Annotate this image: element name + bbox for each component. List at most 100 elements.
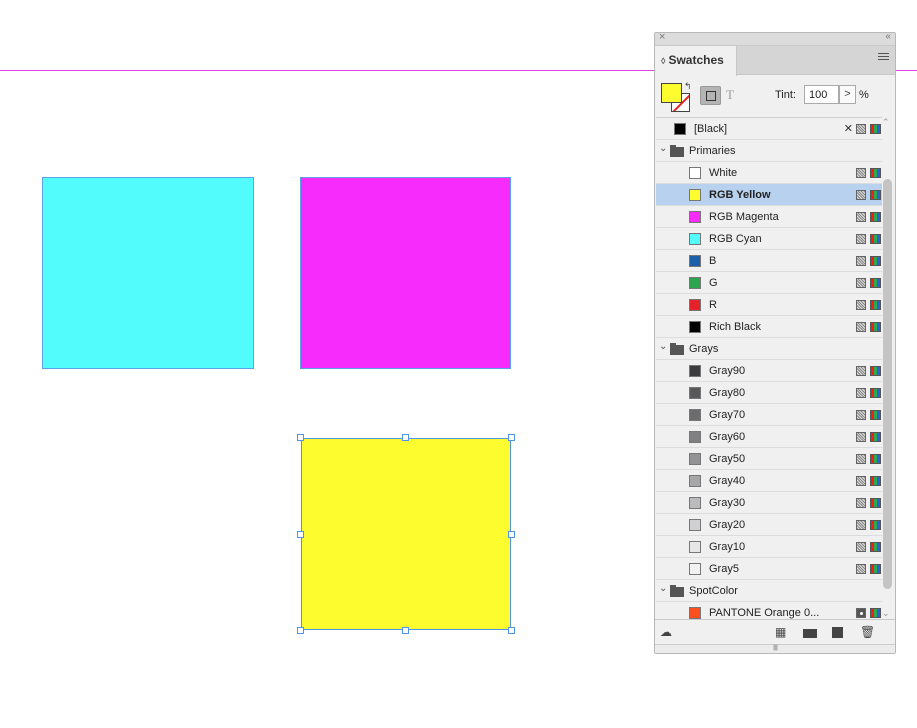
swatch-group-row[interactable]: ⌄ SpotColor — [656, 580, 882, 602]
swatch-row[interactable]: RGB Magenta — [656, 206, 882, 228]
rgb-mode-icon — [870, 300, 881, 310]
swatch-name: Gray70 — [709, 409, 746, 421]
resize-handle-right[interactable] — [508, 531, 515, 538]
show-swatch-kinds-icon[interactable]: ▦ — [775, 625, 786, 639]
process-color-icon — [856, 388, 866, 398]
fill-swatch[interactable] — [661, 83, 682, 103]
process-color-icon — [856, 454, 866, 464]
swatch-name: Rich Black — [709, 321, 761, 333]
swatch-name: Gray50 — [709, 453, 746, 465]
group-name: Primaries — [689, 145, 736, 157]
swatch-color-chip — [689, 255, 701, 267]
formatting-affects-container-button[interactable] — [700, 86, 721, 105]
swatch-row[interactable]: Gray30 — [656, 492, 882, 514]
resize-handle-top-right[interactable] — [508, 434, 515, 441]
swatch-color-chip — [689, 299, 701, 311]
swatch-color-chip — [689, 365, 701, 377]
yellow-frame[interactable] — [297, 434, 515, 634]
swatch-row[interactable]: Gray60 — [656, 426, 882, 448]
swatch-color-chip — [689, 497, 701, 509]
swatch-row[interactable]: Gray50 — [656, 448, 882, 470]
collapse-icon[interactable]: ‹‹ — [885, 31, 891, 42]
resize-handle-top[interactable] — [402, 434, 409, 441]
swatch-row[interactable]: Gray5 — [656, 558, 882, 580]
process-color-icon — [856, 300, 866, 310]
swap-fill-stroke-icon[interactable]: ↰ — [684, 81, 692, 92]
group-toggle-icon[interactable]: ⌄ — [659, 143, 667, 154]
swatch-color-chip — [689, 519, 701, 531]
panel-tab-row: ◊ Swatches — [655, 46, 895, 76]
swatch-name: Gray10 — [709, 541, 746, 553]
process-color-icon — [856, 190, 866, 200]
resize-handle-bottom[interactable] — [402, 627, 409, 634]
close-icon[interactable]: × — [659, 31, 665, 43]
rgb-mode-icon — [870, 542, 881, 552]
rgb-mode-icon — [870, 168, 881, 178]
swatch-color-chip — [689, 189, 701, 201]
delete-swatch-icon[interactable]: 🗑 — [860, 625, 875, 639]
swatch-color-chip — [689, 387, 701, 399]
formatting-affects-text-button[interactable]: T — [726, 87, 734, 103]
new-swatch-icon[interactable] — [832, 627, 843, 638]
tint-slider-button[interactable]: > — [839, 85, 856, 104]
swatch-row[interactable]: Gray70 — [656, 404, 882, 426]
resize-handle-left[interactable] — [297, 531, 304, 538]
group-toggle-icon[interactable]: ⌄ — [659, 583, 667, 594]
swatch-row[interactable]: Gray20 — [656, 514, 882, 536]
panel-bottom-bar: ☁ ▦ 🗑 — [655, 619, 895, 643]
rgb-mode-icon — [870, 564, 881, 574]
swatch-row[interactable]: Rich Black — [656, 316, 882, 338]
new-color-group-icon[interactable] — [803, 629, 817, 638]
swatch-row[interactable]: White — [656, 162, 882, 184]
cyan-frame[interactable] — [42, 177, 254, 369]
swatch-name: Gray80 — [709, 387, 746, 399]
process-color-icon — [856, 278, 866, 288]
tab-swatches[interactable]: ◊ Swatches — [655, 46, 737, 76]
tint-input[interactable]: 100 — [804, 85, 839, 104]
tab-expand-icon: ◊ — [661, 56, 666, 66]
resize-handle-bottom-right[interactable] — [508, 627, 515, 634]
swatch-group-row[interactable]: ⌄ Primaries — [656, 140, 882, 162]
swatch-name: R — [709, 299, 717, 311]
swatch-row[interactable]: B — [656, 250, 882, 272]
folder-icon — [670, 145, 684, 157]
panel-menu-icon[interactable] — [878, 53, 889, 62]
resize-handle-top-left[interactable] — [297, 434, 304, 441]
swatch-color-chip — [689, 607, 701, 619]
magenta-frame[interactable] — [300, 177, 511, 369]
swatch-row[interactable]: Gray80 — [656, 382, 882, 404]
swatch-name: G — [709, 277, 718, 289]
swatch-row[interactable]: Gray10 — [656, 536, 882, 558]
swatch-row[interactable]: [Black] ✕ — [656, 118, 882, 140]
non-editable-icon: ✕ — [843, 123, 853, 135]
panel-title-bar[interactable]: × ‹‹ — [655, 31, 895, 46]
rgb-mode-icon — [870, 454, 881, 464]
rgb-mode-icon — [870, 366, 881, 376]
rgb-mode-icon — [870, 410, 881, 420]
swatch-color-chip — [689, 167, 701, 179]
swatch-row[interactable]: Gray90 — [656, 360, 882, 382]
scroll-up-icon[interactable]: ⌃ — [882, 117, 890, 128]
process-color-icon — [856, 124, 866, 134]
scroll-down-icon[interactable]: ⌄ — [882, 608, 890, 619]
swatch-row[interactable]: RGB Yellow — [656, 184, 882, 206]
resize-grip[interactable]: |||||||| — [655, 644, 895, 653]
swatch-row[interactable]: RGB Cyan — [656, 228, 882, 250]
scrollbar-thumb[interactable] — [883, 179, 892, 589]
swatch-row[interactable]: Gray40 — [656, 470, 882, 492]
cc-libraries-icon[interactable]: ☁ — [660, 625, 672, 639]
swatches-panel: × ‹‹ ◊ Swatches ↰ T Tint: 100 > % [Black]… — [654, 31, 896, 654]
group-toggle-icon[interactable]: ⌄ — [659, 341, 667, 352]
spot-color-icon — [856, 608, 866, 618]
swatch-row[interactable]: G — [656, 272, 882, 294]
process-color-icon — [856, 498, 866, 508]
swatch-color-chip — [689, 541, 701, 553]
swatch-group-row[interactable]: ⌄ Grays — [656, 338, 882, 360]
resize-handle-bottom-left[interactable] — [297, 627, 304, 634]
process-color-icon — [856, 366, 866, 376]
scrollbar[interactable]: ⌃ ⌄ — [882, 117, 893, 621]
process-color-icon — [856, 476, 866, 486]
swatch-color-chip — [689, 211, 701, 223]
rgb-mode-icon — [870, 520, 881, 530]
swatch-row[interactable]: R — [656, 294, 882, 316]
